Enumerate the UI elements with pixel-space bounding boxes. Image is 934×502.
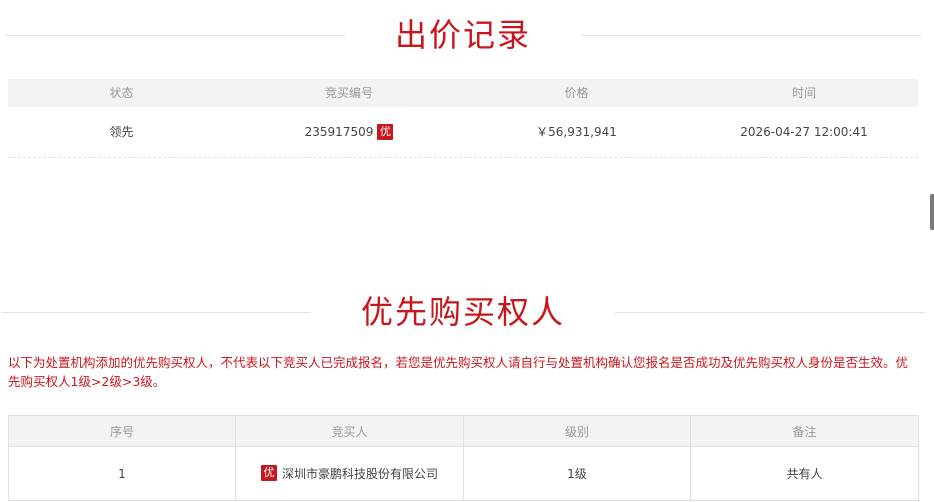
pref-bidder-cell: 优深圳市豪鹏科技股份有限公司 [235,446,464,501]
bid-number-cell: 235917509 优 [235,107,463,157]
bid-record-table: 状态 竞买编号 价格 时间 领先 235917509 优 ￥56,931,941 … [8,79,918,158]
bid-status: 领先 [109,125,134,139]
header-time: 时间 [791,86,816,100]
bid-record-title: 出价记录 [395,16,532,54]
pref-seq: 1 [8,446,236,501]
pref-remark: 共有人 [690,446,919,501]
header-price: 价格 [564,86,589,100]
pref-bidder-name: 深圳市豪鹏科技股份有限公司 [281,466,438,481]
title-divider-left [1,311,311,313]
preferred-buyer-title: 优先购买权人 [361,293,566,331]
pref-table-header: 序号 竞买人 级别 备注 [8,415,919,447]
bid-record-title-bar: 出价记录 [5,16,922,54]
header-level: 级别 [463,415,691,447]
header-bid-no: 竞买编号 [324,86,373,100]
title-divider-right [581,34,922,36]
preferred-buyer-notice: 以下为处置机构添加的优先购买权人，不代表以下竞买人已完成报名，若您是优先购买权人… [8,355,909,389]
bid-price: ￥56,931,941 [536,125,617,139]
bid-time: 2026-04-27 12:00:41 [740,125,868,139]
preferred-buyer-table: 序号 竞买人 级别 备注 1 优深圳市豪鹏科技股份有限公司 1级 共有人 [8,415,919,501]
priority-badge-icon: 优 [377,123,394,140]
pref-level: 1级 [463,446,691,501]
header-seq: 序号 [8,415,236,447]
table-row: 领先 235917509 优 ￥56,931,941 2026-04-27 12:… [8,107,918,158]
priority-badge-icon: 优 [260,465,277,482]
preferred-buyer-title-bar: 优先购买权人 [1,293,926,331]
page-scrollbar[interactable] [930,194,934,230]
title-divider-left [5,34,345,36]
bid-number: 235917509 [304,125,374,139]
header-bidder: 竞买人 [235,415,464,447]
bid-table-header: 状态 竞买编号 价格 时间 [8,79,918,107]
header-status: 状态 [109,86,134,100]
title-divider-right [615,311,926,313]
table-row: 1 优深圳市豪鹏科技股份有限公司 1级 共有人 [8,446,919,501]
header-remark: 备注 [690,415,919,447]
